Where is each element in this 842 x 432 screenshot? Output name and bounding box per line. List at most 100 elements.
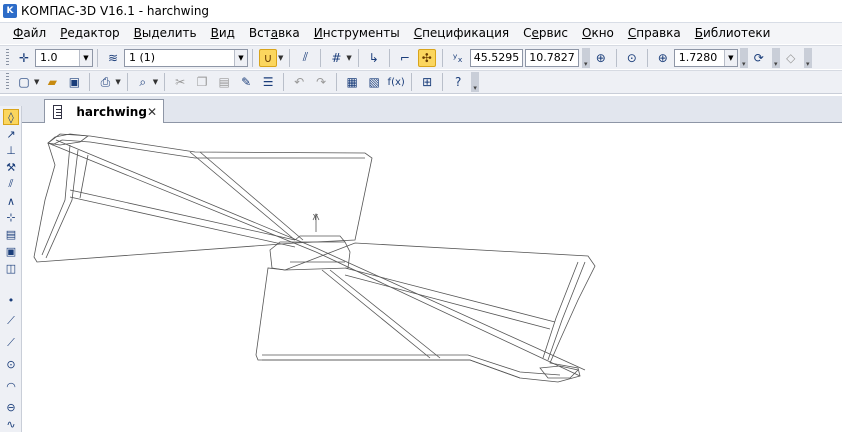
calculator-icon[interactable]: ⊞	[418, 73, 436, 91]
edit-icon[interactable]: ↗	[3, 126, 19, 142]
fragment-icon[interactable]: ◫	[3, 260, 19, 276]
toolbar-end-grip[interactable]: ▾	[771, 47, 780, 68]
menu-item[interactable]: Окно	[575, 23, 621, 44]
menu-item[interactable]: Вид	[204, 23, 242, 44]
drawing-canvas[interactable]: Y	[23, 124, 842, 432]
ortho-icon[interactable]: ⫽	[296, 49, 314, 67]
toolbar-end-grip[interactable]: ▾	[471, 72, 480, 92]
menu-item-text: рвис	[538, 26, 568, 40]
properties-icon[interactable]: ☰	[259, 73, 277, 91]
menu-item[interactable]: Справка	[621, 23, 688, 44]
chevron-down-icon[interactable]: ▼	[79, 49, 92, 66]
circle-icon[interactable]: ⊙	[3, 356, 19, 372]
menu-item-text: пецификация	[422, 26, 510, 40]
toolbar-end-grip[interactable]: ▾	[739, 47, 748, 68]
layer-combo[interactable]: 1 (1) ▼	[124, 48, 248, 67]
ellipse-icon[interactable]: ⊖	[3, 399, 19, 415]
menu-item[interactable]: Вставка	[242, 23, 307, 44]
parametrize-icon[interactable]: ⫽	[3, 176, 19, 192]
help-pointer-icon[interactable]: ?	[449, 73, 467, 91]
copy-icon[interactable]: ❐	[193, 73, 211, 91]
separator	[441, 48, 443, 67]
menu-item[interactable]: Библиотеки	[688, 23, 778, 44]
arc-icon[interactable]: ◠	[3, 378, 19, 394]
toolbar-grip[interactable]	[6, 48, 9, 67]
separator	[89, 73, 91, 91]
tab-harchwing[interactable]: harchwing ✕	[44, 99, 164, 123]
menu-item[interactable]: Спецификация	[407, 23, 516, 44]
menu-item[interactable]: Файл	[6, 23, 53, 44]
snap-magnet-icon[interactable]: ∪	[259, 48, 277, 67]
undo-icon[interactable]: ↶	[290, 73, 308, 91]
chevron-down-icon[interactable]: ▼	[723, 49, 737, 66]
close-icon[interactable]: ✕	[147, 105, 157, 119]
toolbar-end-grip[interactable]: ▾	[581, 47, 590, 68]
main-diagonal-line	[47, 142, 581, 377]
save-icon[interactable]: ▣	[65, 73, 83, 91]
zoom-in-icon[interactable]: ⊕	[654, 49, 672, 67]
separator	[320, 48, 322, 67]
upper-wing-outline	[33, 133, 373, 263]
format-painter-icon[interactable]: ✎	[237, 73, 255, 91]
redo-icon[interactable]: ↷	[312, 73, 330, 91]
step-value: 1.0	[40, 51, 58, 64]
manager-icon[interactable]: ▦	[343, 73, 361, 91]
step-combo[interactable]: 1.0 ▼	[35, 48, 93, 67]
variables-icon[interactable]: f(x)	[387, 73, 405, 91]
toolbar-grip[interactable]	[6, 73, 9, 91]
chevron-down-icon[interactable]: ▼	[34, 78, 39, 86]
separator	[388, 48, 390, 67]
measure-icon[interactable]: ∧	[3, 193, 19, 209]
menu-item[interactable]: Инструменты	[307, 23, 407, 44]
hammer-icon[interactable]: ⚒	[3, 159, 19, 175]
zoom-window-icon[interactable]: ⊕	[592, 49, 610, 67]
wing-spar-line	[547, 261, 586, 361]
cut-icon[interactable]: ✂	[171, 73, 189, 91]
toolbar-end-grip[interactable]: ▾	[803, 47, 812, 68]
geometry-icon[interactable]: ◊	[3, 109, 19, 125]
coord-y-field[interactable]: 10.7827	[525, 48, 579, 67]
library-icon[interactable]: ▧	[365, 73, 383, 91]
cursor-step-icon[interactable]: ✛	[15, 49, 33, 67]
wing-trailing-edge	[262, 359, 521, 379]
auxiliary-line-icon[interactable]: ⟋	[3, 335, 19, 351]
grid-icon[interactable]: #	[327, 49, 345, 67]
print-icon[interactable]: ⎙	[96, 73, 114, 91]
coord-x-field[interactable]: 45.5295	[469, 48, 524, 67]
zoom-pan-icon[interactable]: ⊙	[623, 49, 641, 67]
kompas-logo-icon: K	[3, 4, 17, 18]
refresh-icon[interactable]: ⟳	[750, 49, 768, 67]
spline-icon[interactable]: ∿	[3, 416, 19, 432]
menu-item[interactable]: Выделить	[127, 23, 204, 44]
chevron-down-icon[interactable]: ▼	[278, 54, 283, 62]
segment-icon[interactable]: ⟋	[3, 313, 19, 329]
cursor-coords-icon[interactable]: ✣	[417, 48, 436, 67]
chevron-down-icon[interactable]: ▼	[234, 49, 247, 66]
point-icon[interactable]: •	[3, 292, 19, 308]
layers-icon[interactable]: ≋	[104, 49, 122, 67]
eraser-icon[interactable]: ◇	[782, 49, 800, 67]
menu-item-text: правка	[636, 26, 681, 40]
zoom-combo[interactable]: 1.7280 ▼	[673, 48, 738, 67]
menu-item[interactable]: Редактор	[53, 23, 126, 44]
views-icon[interactable]: ▣	[3, 243, 19, 259]
selection-icon[interactable]: ⊹	[3, 209, 19, 225]
paste-icon[interactable]: ▤	[215, 73, 233, 91]
wing-diagonal-line	[329, 269, 441, 359]
open-folder-icon[interactable]: ▰	[43, 73, 61, 91]
menu-item-text: С	[523, 26, 532, 40]
separator	[411, 73, 413, 91]
new-document-icon[interactable]: ▢	[15, 73, 33, 91]
report-icon[interactable]: ▤	[3, 226, 19, 242]
menu-item-accelerator: а	[270, 26, 279, 40]
chevron-down-icon[interactable]: ▼	[346, 54, 351, 62]
chevron-down-icon[interactable]: ▼	[153, 78, 158, 86]
dimensions-icon[interactable]: ⊥	[3, 142, 19, 158]
menu-item-text: иблиотеки	[703, 26, 771, 40]
rounding-icon[interactable]: ⌐	[396, 49, 414, 67]
separator	[442, 73, 444, 91]
print-preview-icon[interactable]: ⌕	[134, 73, 152, 91]
local-coordinates-icon[interactable]: ↳	[365, 49, 383, 67]
chevron-down-icon[interactable]: ▼	[115, 78, 120, 86]
menu-item[interactable]: Сервис	[516, 23, 575, 44]
